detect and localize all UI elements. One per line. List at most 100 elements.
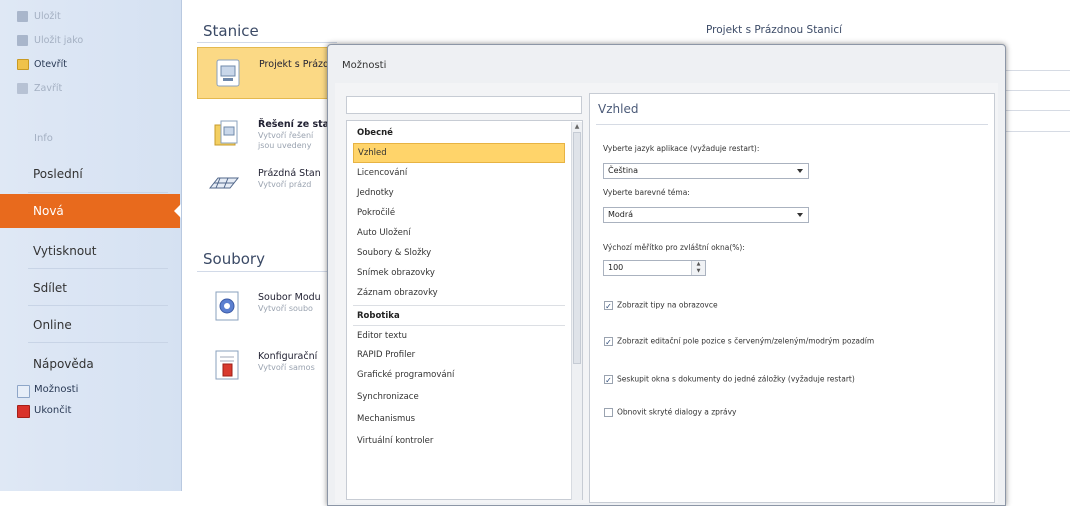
- language-select[interactable]: Čeština: [603, 163, 809, 179]
- sidebar-item-info[interactable]: Info: [0, 133, 214, 144]
- scrollbar-thumb[interactable]: [573, 132, 581, 364]
- language-select-value: Čeština: [608, 166, 639, 175]
- divider: [28, 305, 168, 306]
- tile-title: Konfigurační: [258, 351, 318, 362]
- checkbox-label: Zobrazit tipy na obrazovce: [617, 300, 718, 310]
- divider: [1000, 90, 1070, 91]
- selection-arrow-icon: [174, 204, 181, 218]
- category-item-screenshot[interactable]: Snímek obrazovky: [353, 263, 565, 283]
- divider: [197, 42, 337, 43]
- sidebar-item-options[interactable]: Možnosti: [0, 380, 180, 400]
- sidebar-item-help[interactable]: Nápověda: [0, 347, 180, 381]
- tile-description-text: Vytvoří řešení jsou uvedeny: [258, 131, 314, 150]
- options-search-input[interactable]: [346, 96, 582, 114]
- category-item-rapid-profiler[interactable]: RAPID Profiler: [353, 345, 565, 365]
- category-item-units[interactable]: Jednotky: [353, 183, 565, 203]
- category-item-text-editor[interactable]: Editor textu: [353, 325, 565, 345]
- divider: [28, 192, 168, 193]
- sidebar-item-print[interactable]: Vytisknout: [0, 234, 180, 268]
- sidebar-item-label: Nová: [33, 204, 64, 218]
- category-header-general: Obecné: [357, 128, 393, 138]
- category-item-mechanism[interactable]: Mechanismus: [353, 409, 565, 429]
- tile-description: Vytvoří prázd: [258, 180, 312, 189]
- category-item-files-folders[interactable]: Soubory & Složky: [353, 243, 565, 263]
- section-title-files: Soubory: [203, 250, 265, 268]
- checkbox-box[interactable]: ✓: [604, 374, 613, 385]
- divider: [1000, 131, 1070, 132]
- folder-open-icon: [17, 59, 29, 70]
- scale-value: 100: [608, 263, 624, 272]
- module-file-icon: [215, 291, 239, 321]
- checkbox-group-document-windows[interactable]: ✓ Seskupit okna s dokumenty do jedné zálo…: [604, 374, 855, 385]
- dialog-title: Možnosti: [342, 60, 387, 71]
- checkbox-label: Zobrazit editační pole pozice s červeným…: [617, 336, 875, 346]
- sidebar-item-new[interactable]: Nová: [0, 194, 181, 228]
- stepper-up-icon[interactable]: ▲: [692, 261, 705, 268]
- divider: [197, 271, 337, 272]
- sidebar-item-exit[interactable]: Ukončit: [0, 401, 180, 421]
- checkbox-box[interactable]: ✓: [604, 336, 613, 347]
- project-icon: [216, 59, 240, 87]
- chevron-down-icon: [797, 213, 803, 217]
- theme-label: Vyberte barevné téma:: [603, 188, 690, 197]
- category-item-screen-recording[interactable]: Záznam obrazovky: [353, 283, 565, 303]
- tile-solution-from-station[interactable]: Řešení ze sta Vytvoří řešení jsou uveden…: [197, 108, 337, 160]
- sidebar-item-save-as[interactable]: Uložit jako: [0, 31, 180, 51]
- checkbox-restore-hidden-dialogs[interactable]: Obnovit skryté dialogy a zprávy: [604, 407, 737, 417]
- stepper-down-icon[interactable]: ▼: [692, 268, 705, 275]
- sidebar-item-share[interactable]: Sdílet: [0, 271, 180, 305]
- category-item-appearance[interactable]: Vzhled: [353, 143, 565, 163]
- tile-title: Řešení ze sta: [258, 119, 330, 130]
- divider: [1000, 70, 1070, 71]
- category-header-robotics: Robotika: [353, 305, 565, 325]
- divider: [596, 124, 988, 125]
- theme-select[interactable]: Modrá: [603, 207, 809, 223]
- close-file-icon: [17, 83, 28, 94]
- backstage-sidebar: Uložit Uložit jako Otevřít Zavřít Info P…: [0, 0, 182, 491]
- tile-title: Prázdná Stan: [258, 168, 321, 179]
- tile-empty-station[interactable]: Prázdná Stan Vytvoří prázd: [197, 157, 337, 209]
- station-icon: [208, 177, 240, 189]
- category-item-autosave[interactable]: Auto Uložení: [353, 223, 565, 243]
- category-list: Obecné Vzhled Licencování Jednotky Pokro…: [346, 120, 583, 500]
- sidebar-item-online[interactable]: Online: [0, 308, 180, 342]
- sidebar-item-label: Uložit: [34, 11, 61, 22]
- category-item-graphical-programming[interactable]: Grafické programování: [353, 365, 565, 385]
- scale-stepper[interactable]: 100 ▲ ▼: [603, 260, 706, 276]
- tile-description: Vytvoří soubo: [258, 304, 313, 313]
- tile-empty-station-project[interactable]: Projekt s Prázdnou: [197, 47, 347, 99]
- panel-title: Vzhled: [598, 102, 639, 116]
- checkbox-box[interactable]: ✓: [604, 300, 613, 311]
- sidebar-item-open[interactable]: Otevřít: [0, 55, 180, 75]
- tile-config-file[interactable]: Konfigurační Vytvoří samos: [197, 340, 337, 392]
- scale-label: Výchozí měřítko pro zvláštní okna(%):: [603, 243, 745, 252]
- category-item-licensing[interactable]: Licencování: [353, 163, 565, 183]
- tile-module-file[interactable]: Soubor Modu Vytvoří soubo: [197, 281, 337, 333]
- language-label: Vyberte jazyk aplikace (vyžaduje restart…: [603, 144, 760, 153]
- exit-icon: [17, 405, 30, 418]
- sidebar-item-recent[interactable]: Poslední: [0, 157, 180, 191]
- category-item-virtual-controller[interactable]: Virtuální kontroler: [353, 431, 565, 451]
- chevron-down-icon: [797, 169, 803, 173]
- appearance-panel: Vzhled Vyberte jazyk aplikace (vyžaduje …: [589, 93, 995, 503]
- options-icon: [17, 385, 30, 398]
- checkbox-colored-position-fields[interactable]: ✓ Zobrazit editační pole pozice s červený…: [604, 336, 875, 347]
- tile-title: Soubor Modu: [258, 292, 321, 303]
- solution-icon: [214, 120, 238, 146]
- category-scrollbar[interactable]: ▲: [571, 122, 582, 500]
- tile-description: Vytvoří řešení jsou uvedeny: [258, 131, 313, 151]
- selected-template-title: Projekt s Prázdnou Stanicí: [706, 24, 843, 36]
- divider: [28, 268, 168, 269]
- category-item-synchronization[interactable]: Synchronizace: [353, 387, 565, 407]
- checkbox-box[interactable]: [604, 407, 613, 417]
- scroll-up-arrow-icon[interactable]: ▲: [573, 123, 581, 131]
- sidebar-item-label: Možnosti: [34, 384, 79, 395]
- sidebar-item-save[interactable]: Uložit: [0, 7, 180, 27]
- sidebar-item-close[interactable]: Zavřít: [0, 79, 180, 99]
- checkbox-show-tooltips[interactable]: ✓ Zobrazit tipy na obrazovce: [604, 300, 718, 311]
- category-item-advanced[interactable]: Pokročilé: [353, 203, 565, 223]
- checkbox-label: Obnovit skryté dialogy a zprávy: [617, 407, 737, 417]
- theme-select-value: Modrá: [608, 210, 634, 219]
- sidebar-item-label: Ukončit: [34, 405, 72, 416]
- sidebar-item-label: Otevřít: [34, 59, 67, 70]
